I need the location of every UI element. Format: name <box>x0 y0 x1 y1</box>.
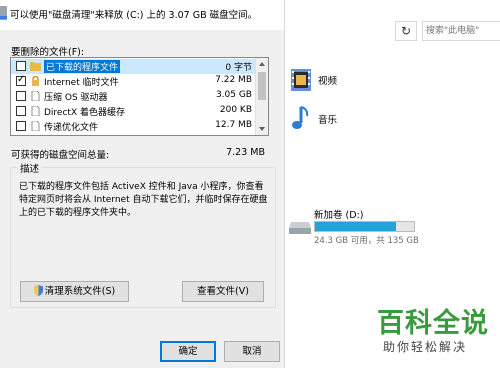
watermark-sub-text: 助你轻松解决 <box>383 340 468 354</box>
drive-d-label: 新加卷 (D:) <box>314 210 364 221</box>
ok-button[interactable]: 确定 <box>160 341 216 362</box>
file-size: 200 KB <box>219 105 252 115</box>
cancel-button[interactable]: 取消 <box>224 341 280 362</box>
scroll-thumb[interactable] <box>258 72 266 100</box>
folder-label: 视频 <box>318 76 338 87</box>
disk-cleanup-dialog: 可以使用"磁盘清理"来释放 (C:) 上的 3.07 GB 磁盘空间。 要删除的… <box>0 0 284 368</box>
file-size: 0 字节 <box>225 63 252 73</box>
file-row-downloaded-programs[interactable]: 已下载的程序文件 0 字节 <box>11 59 256 74</box>
refresh-button[interactable]: ↻ <box>395 21 417 41</box>
file-name: Internet 临时文件 <box>44 78 119 88</box>
checkbox[interactable] <box>16 61 26 71</box>
lock-icon <box>32 76 39 86</box>
file-row-directx-cache[interactable]: DirectX 着色器缓存 200 KB <box>11 104 256 119</box>
view-files-button[interactable]: 查看文件(V) <box>182 281 264 302</box>
header-text: 可以使用"磁盘清理"来释放 (C:) 上的 3.07 GB 磁盘空间。 <box>10 10 258 21</box>
description-title: 描述 <box>17 161 43 175</box>
file-size: 3.05 GB <box>215 90 252 100</box>
cleanup-button-label: 清理系统文件(S) <box>44 286 116 297</box>
scroll-up-arrow-icon[interactable] <box>259 62 265 66</box>
cleanup-system-files-button[interactable]: 清理系统文件(S) <box>20 281 129 302</box>
music-folder-icon <box>292 106 309 129</box>
watermark-main-text: 百科全说 <box>377 308 489 339</box>
files-list-scrollbar[interactable] <box>255 58 268 135</box>
file-icon <box>31 121 40 131</box>
drive-usage-bar <box>314 221 415 232</box>
hard-drive-icon <box>289 222 311 234</box>
checkbox[interactable] <box>16 106 26 116</box>
file-size: 12.7 MB <box>215 120 252 130</box>
file-row-delivery-optimization[interactable]: 传递优化文件 12.7 MB <box>11 119 256 134</box>
total-space-value: 7.23 MB <box>226 147 265 158</box>
file-name: 已下载的程序文件 <box>44 60 121 73</box>
folder-icon <box>30 62 41 71</box>
file-name: 压缩 OS 驱动器 <box>44 93 108 103</box>
drive-icon <box>0 6 7 20</box>
file-name: 传递优化文件 <box>44 123 99 133</box>
scroll-down-arrow-icon[interactable] <box>259 127 265 131</box>
shield-icon <box>33 285 43 296</box>
checkbox[interactable] <box>16 121 26 131</box>
file-icon <box>31 91 40 101</box>
file-row-internet-temp[interactable]: Internet 临时文件 7.22 MB <box>11 74 256 89</box>
drive-d-item[interactable]: 新加卷 (D:) 24.3 GB 可用，共 135 GB <box>289 204 500 246</box>
dialog-header: 可以使用"磁盘清理"来释放 (C:) 上的 3.07 GB 磁盘空间。 <box>0 0 284 30</box>
file-explorer-window: ↻ 视频 音乐 新加卷 (D:) <box>284 0 500 368</box>
checkbox[interactable] <box>16 74 26 86</box>
files-list[interactable]: 已下载的程序文件 0 字节 Internet 临时文件 7.22 MB 压缩 O… <box>10 57 269 136</box>
description-text: 已下载的程序文件包括 ActiveX 控件和 Java 小程序，你查看特定网页时… <box>19 182 268 218</box>
file-size: 7.22 MB <box>215 75 252 85</box>
search-input[interactable] <box>426 22 496 40</box>
file-name: DirectX 着色器缓存 <box>44 108 125 118</box>
file-icon <box>31 106 40 116</box>
files-to-delete-label: 要删除的文件(F): <box>11 47 85 58</box>
drive-d-space: 24.3 GB 可用，共 135 GB <box>314 236 419 246</box>
refresh-icon: ↻ <box>400 24 412 38</box>
total-space-label: 可获得的磁盘空间总量: <box>11 150 110 161</box>
search-box[interactable] <box>422 21 500 41</box>
folder-label: 音乐 <box>318 115 338 126</box>
watermark-logo: 百科全说 助你轻松解决 <box>373 301 493 361</box>
file-row-compress-os[interactable]: 压缩 OS 驱动器 3.05 GB <box>11 89 256 104</box>
checkbox[interactable] <box>16 91 26 101</box>
video-folder-icon <box>291 69 311 91</box>
drive-usage-fill <box>315 222 397 231</box>
